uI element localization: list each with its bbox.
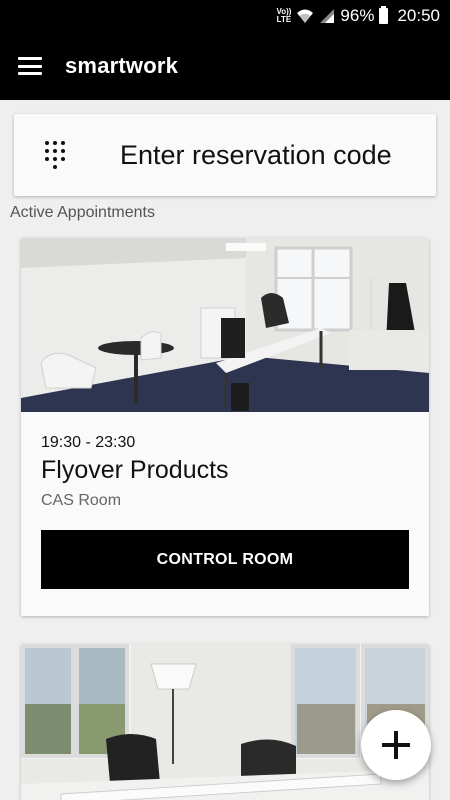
app-bar: smartwork (0, 32, 450, 100)
appointment-title: Flyover Products (41, 456, 229, 484)
menu-line (18, 64, 42, 68)
status-bar: Vo)) LTE 96% 20:50 (0, 0, 450, 32)
battery-percent: 96% (340, 6, 375, 25)
appointment-card: 19:30 - 23:30 Flyover Products CAS Room … (21, 238, 429, 616)
hamburger-menu-icon[interactable] (18, 57, 42, 75)
volte-bottom-label: LTE (276, 15, 292, 24)
app-title: smartwork (65, 53, 179, 78)
volte-indicator: Vo)) LTE (276, 8, 291, 24)
appointment-room: CAS Room (41, 492, 122, 509)
control-room-button[interactable]: CONTROL ROOM (41, 530, 409, 589)
add-reservation-fab[interactable] (361, 710, 431, 780)
appointment-time: 19:30 - 23:30 (41, 434, 136, 451)
wifi-icon (297, 9, 314, 23)
status-clock: 20:50 (397, 6, 440, 25)
plus-icon (382, 731, 410, 759)
signal-icon (320, 9, 335, 23)
battery-icon (379, 6, 389, 24)
dialpad-icon (45, 141, 65, 169)
reservation-code-placeholder: Enter reservation code (120, 139, 392, 170)
menu-line (18, 72, 42, 75)
reservation-code-input[interactable]: Enter reservation code (14, 114, 436, 196)
section-heading-active-appointments: Active Appointments (10, 204, 155, 221)
status-icons: Vo)) LTE 96% 20:50 (276, 4, 440, 28)
room-photo (21, 238, 429, 412)
menu-line (18, 57, 42, 60)
